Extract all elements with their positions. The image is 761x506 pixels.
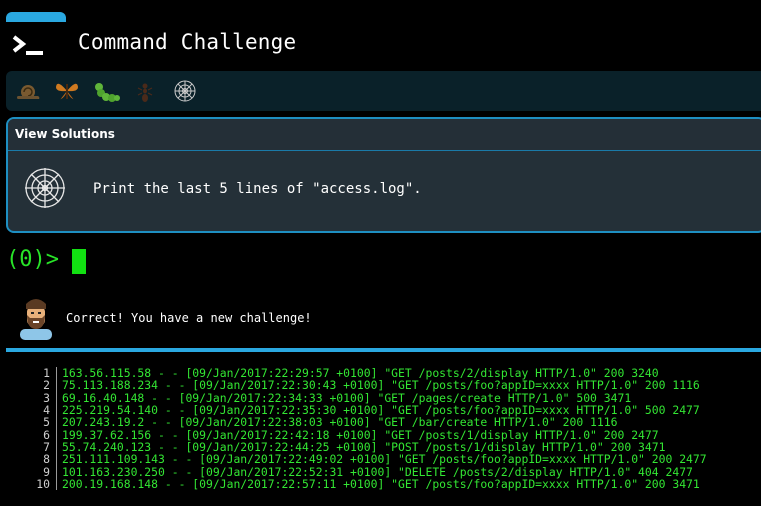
- line-text: 75.113.188.234 - - [09/Jan/2017:22:30:43…: [62, 378, 700, 393]
- line-gutter: [56, 416, 57, 429]
- line-text: 251.111.109.143 - - [09/Jan/2017:22:49:0…: [62, 452, 707, 467]
- line-number: 10: [36, 477, 50, 492]
- challenge-body: Print the last 5 lines of "access.log".: [8, 151, 761, 231]
- snail-badge[interactable]: [14, 77, 42, 105]
- line-text: 207.243.19.2 - - [09/Jan/2017:22:38:03 +…: [62, 415, 618, 430]
- top-accent-tab: [6, 12, 66, 22]
- output-line: 2 75.113.188.234 - - [09/Jan/2017:22:30:4…: [20, 378, 707, 393]
- bearded-man-icon: [20, 299, 52, 340]
- spiderweb-badge[interactable]: [171, 77, 199, 105]
- line-number: 5: [43, 415, 50, 430]
- line-gutter: [56, 379, 57, 392]
- line-number: 3: [43, 390, 50, 405]
- spiderweb-icon: [174, 80, 196, 102]
- line-gutter: [56, 391, 57, 405]
- page-title: Command Challenge: [78, 30, 297, 54]
- butterfly-badge[interactable]: [53, 77, 81, 105]
- output-divider: [6, 348, 761, 352]
- caterpillar-badge[interactable]: [92, 77, 120, 105]
- line-number: 1: [43, 366, 50, 380]
- command-output: 1 163.56.115.58 - - [09/Jan/2017:22:29:57…: [20, 366, 707, 492]
- line-gutter: [56, 367, 57, 380]
- terminal-input-cursor[interactable]: [72, 249, 86, 274]
- caterpillar-icon: [95, 83, 120, 102]
- terminal-prompt: (0)>: [6, 247, 59, 272]
- badge-bar: [6, 71, 761, 111]
- spiderweb-icon: [25, 168, 65, 208]
- feedback-message: Correct! You have a new challenge!: [66, 311, 312, 325]
- line-text: 200.19.168.148 - - [09/Jan/2017:22:57:11…: [62, 477, 700, 492]
- terminal-prompt-icon: [12, 35, 43, 55]
- challenge-description: Print the last 5 lines of "access.log".: [93, 181, 422, 197]
- line-gutter: [56, 428, 57, 442]
- line-number: 7: [43, 440, 50, 455]
- ant-badge[interactable]: [131, 77, 159, 105]
- line-number: 6: [43, 427, 50, 442]
- line-gutter: [56, 478, 57, 491]
- output-line: 10 200.19.168.148 - - [09/Jan/2017:22:57:…: [20, 477, 707, 492]
- line-number: 4: [43, 403, 50, 418]
- line-gutter: [56, 465, 57, 479]
- line-gutter: [56, 404, 57, 417]
- ant-icon: [137, 83, 153, 102]
- output-line: 5 207.243.19.2 - - [09/Jan/2017:22:38:03 …: [20, 415, 707, 430]
- line-number: 8: [43, 452, 50, 467]
- line-number: 2: [43, 378, 50, 393]
- line-gutter: [56, 453, 57, 466]
- output-line: 8 251.111.109.143 - - [09/Jan/2017:22:49:…: [20, 452, 707, 467]
- snail-icon: [17, 85, 40, 99]
- challenge-panel: View Solutions Print the last 5 lines of…: [6, 117, 761, 233]
- line-gutter: [56, 441, 57, 454]
- butterfly-icon: [56, 83, 78, 100]
- view-solutions-link[interactable]: View Solutions: [8, 119, 761, 151]
